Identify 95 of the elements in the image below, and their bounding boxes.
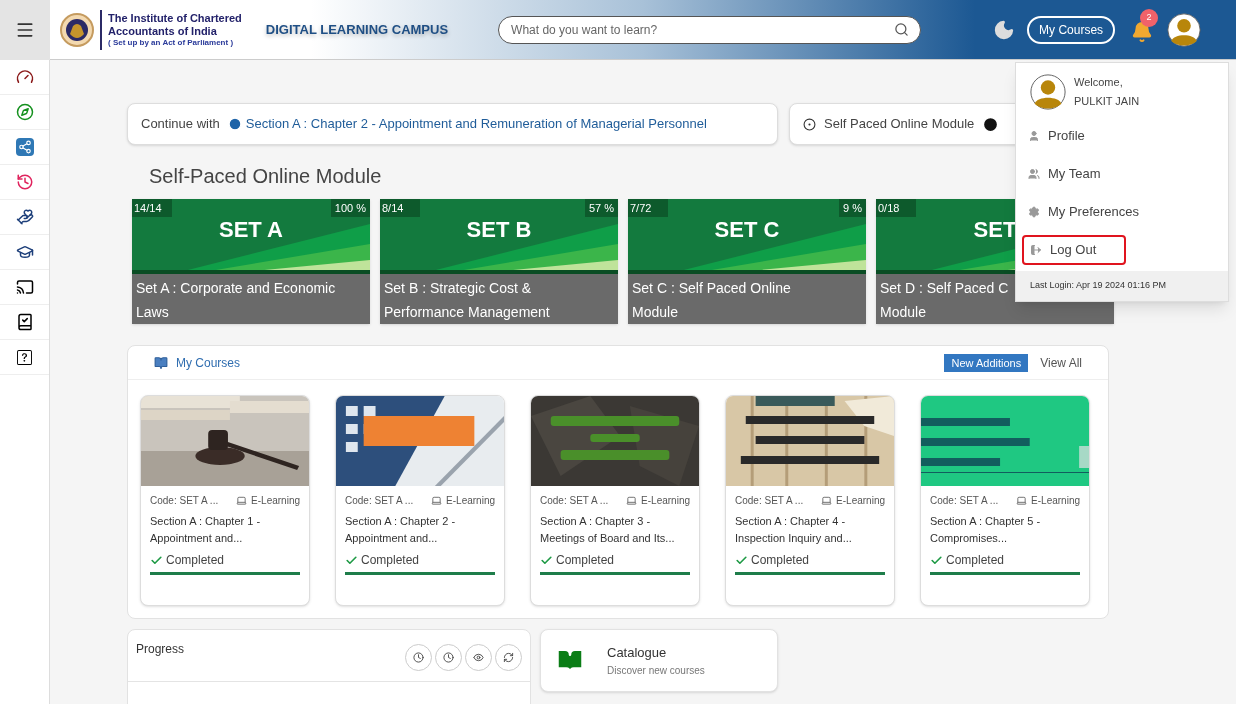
share-icon[interactable] bbox=[15, 138, 34, 156]
campus-title: DIGITAL LEARNING CAMPUS bbox=[265, 20, 449, 39]
set-title: Set A : Corporate and Economic Laws bbox=[132, 274, 370, 324]
menu-item[interactable]: My Team bbox=[1022, 159, 1222, 189]
laptop-icon bbox=[1016, 495, 1028, 506]
course-type: E-Learning bbox=[1031, 494, 1080, 508]
set-title: Set C : Self Paced Online Module bbox=[628, 274, 866, 324]
book-icon bbox=[154, 355, 168, 370]
avatar-icon bbox=[1030, 74, 1066, 110]
hand-icon[interactable] bbox=[15, 208, 34, 226]
course-type: E-Learning bbox=[446, 494, 495, 508]
course-card[interactable]: Code: SET A ... E-Learning Section A : Chapter 1 - Appointment and... Completed bbox=[140, 395, 310, 606]
history-icon[interactable] bbox=[15, 173, 34, 191]
institute-name: The Institute of Chartered Accountants of India bbox=[108, 11, 242, 38]
set-banner-title: SET A bbox=[219, 217, 283, 243]
my-courses-button[interactable]: My Courses bbox=[1027, 15, 1116, 44]
graduate-icon[interactable] bbox=[15, 243, 34, 261]
set-banner-title: SET C bbox=[714, 217, 780, 243]
laptop-icon bbox=[821, 495, 833, 506]
laptop-icon bbox=[236, 495, 248, 506]
target-icon bbox=[803, 117, 816, 131]
search-field[interactable]: What do you want to learn? bbox=[498, 15, 922, 44]
course-card[interactable]: Code: SET A ... E-Learning Section A : Chapter 5 - Compromises... Completed bbox=[920, 395, 1090, 606]
catalogue-title: Catalogue bbox=[607, 644, 668, 663]
icon-button[interactable] bbox=[465, 644, 492, 671]
course-code: Code: SET A ... bbox=[540, 494, 609, 508]
course-status: Completed bbox=[751, 552, 810, 569]
gauge-icon[interactable] bbox=[15, 68, 34, 86]
course-status: Completed bbox=[166, 552, 225, 569]
course-code: Code: SET A ... bbox=[930, 494, 999, 508]
book-check-icon[interactable] bbox=[15, 313, 34, 331]
new-additions-tag: New Additions bbox=[944, 353, 1029, 372]
bell-icon[interactable] bbox=[1131, 20, 1154, 43]
course-card[interactable]: Code: SET A ... E-Learning Section A : Chapter 2 - Appointment and... Completed bbox=[335, 395, 505, 606]
welcome-text: Welcome, PULKIT JAIN bbox=[1074, 75, 1140, 109]
continue-label: Continue with bbox=[141, 115, 220, 134]
menu-button[interactable] bbox=[0, 0, 50, 60]
course-title: Section A : Chapter 2 - Appointment and... bbox=[344, 514, 457, 546]
set-banner-title: SET bbox=[973, 217, 1017, 243]
search-icon bbox=[894, 21, 910, 37]
course-card[interactable]: Code: SET A ... E-Learning Section A : Chapter 4 - Inspection Inquiry and... Completed bbox=[725, 395, 895, 606]
refresh-icon bbox=[503, 652, 514, 663]
progress-title: Progress bbox=[136, 641, 185, 658]
course-status: Completed bbox=[361, 552, 420, 569]
clock-icon bbox=[413, 652, 424, 663]
catalogue-subtitle: Discover new courses bbox=[607, 663, 705, 678]
emblem-icon bbox=[60, 11, 94, 48]
course-code: Code: SET A ... bbox=[150, 494, 219, 508]
set-percent: 57 % bbox=[584, 199, 618, 217]
course-card[interactable]: Code: SET A ... E-Learning Section A : Chapter 3 - Meetings of Board and Its... Completed bbox=[530, 395, 700, 606]
course-title: Section A : Chapter 1 - Appointment and... bbox=[149, 514, 262, 546]
set-count: 8/14 bbox=[380, 199, 420, 217]
compass-icon[interactable] bbox=[15, 103, 34, 121]
set-card[interactable]: 8/14 57 % SET B Set B : Strategic Cost & Performance Management bbox=[380, 199, 618, 324]
catalogue-card[interactable]: Catalogue Discover new courses bbox=[540, 629, 778, 692]
set-card[interactable]: 14/14 100 % SET A Set A : Corporate and Economic Laws bbox=[132, 199, 370, 324]
section-title: Self-Paced Online Module bbox=[149, 164, 382, 189]
view-all-link[interactable]: View All bbox=[1040, 353, 1082, 372]
set-card[interactable]: 7/72 9 % SET C Set C : Self Paced Online Module bbox=[628, 199, 866, 324]
menu-item[interactable]: Log Out bbox=[1022, 235, 1126, 265]
set-count: 14/14 bbox=[132, 199, 172, 217]
course-title: Section A : Chapter 3 - Meetings of Board and Its... bbox=[539, 514, 676, 546]
set-title: Set B : Strategic Cost & Performance Management bbox=[380, 274, 618, 324]
laptop-icon bbox=[431, 495, 443, 506]
menu-icon bbox=[15, 20, 35, 40]
continue-link[interactable]: Section A : Chapter 2 - Appointment and Remuneration of Managerial Personnel bbox=[245, 114, 707, 134]
module-label: Self Paced Online Module bbox=[824, 115, 975, 134]
course-type: E-Learning bbox=[641, 494, 690, 508]
eye-icon bbox=[473, 652, 484, 663]
institute-subtitle: ( Set up by an Act of Parliament ) bbox=[108, 37, 235, 48]
course-code: Code: SET A ... bbox=[735, 494, 804, 508]
set-count: 0/18 bbox=[876, 199, 916, 217]
set-percent: 9 % bbox=[839, 199, 866, 217]
logout-icon bbox=[1030, 244, 1042, 256]
clock-icon bbox=[443, 652, 454, 663]
course-type: E-Learning bbox=[836, 494, 885, 508]
course-title: Section A : Chapter 5 - Compromises... bbox=[929, 514, 1042, 546]
laptop-icon bbox=[626, 495, 638, 506]
set-percent: 100 % bbox=[330, 199, 370, 217]
avatar-button[interactable] bbox=[1167, 12, 1202, 47]
team-icon bbox=[1028, 168, 1040, 180]
course-code: Code: SET A ... bbox=[345, 494, 414, 508]
course-status: Completed bbox=[556, 552, 615, 569]
panel-title: My Courses bbox=[176, 354, 240, 372]
notification-badge: 2 bbox=[1140, 8, 1159, 27]
set-banner-title: SET B bbox=[466, 217, 532, 243]
course-title: Section A : Chapter 4 - Inspection Inquiry and... bbox=[734, 514, 853, 546]
help-icon[interactable] bbox=[17, 349, 32, 365]
moon-icon[interactable] bbox=[993, 18, 1016, 41]
course-status: Completed bbox=[946, 552, 1005, 569]
gear-icon bbox=[1028, 206, 1040, 218]
user-icon bbox=[1028, 130, 1040, 142]
course-type: E-Learning bbox=[251, 494, 300, 508]
set-count: 7/72 bbox=[628, 199, 668, 217]
cast-icon[interactable] bbox=[15, 278, 34, 296]
